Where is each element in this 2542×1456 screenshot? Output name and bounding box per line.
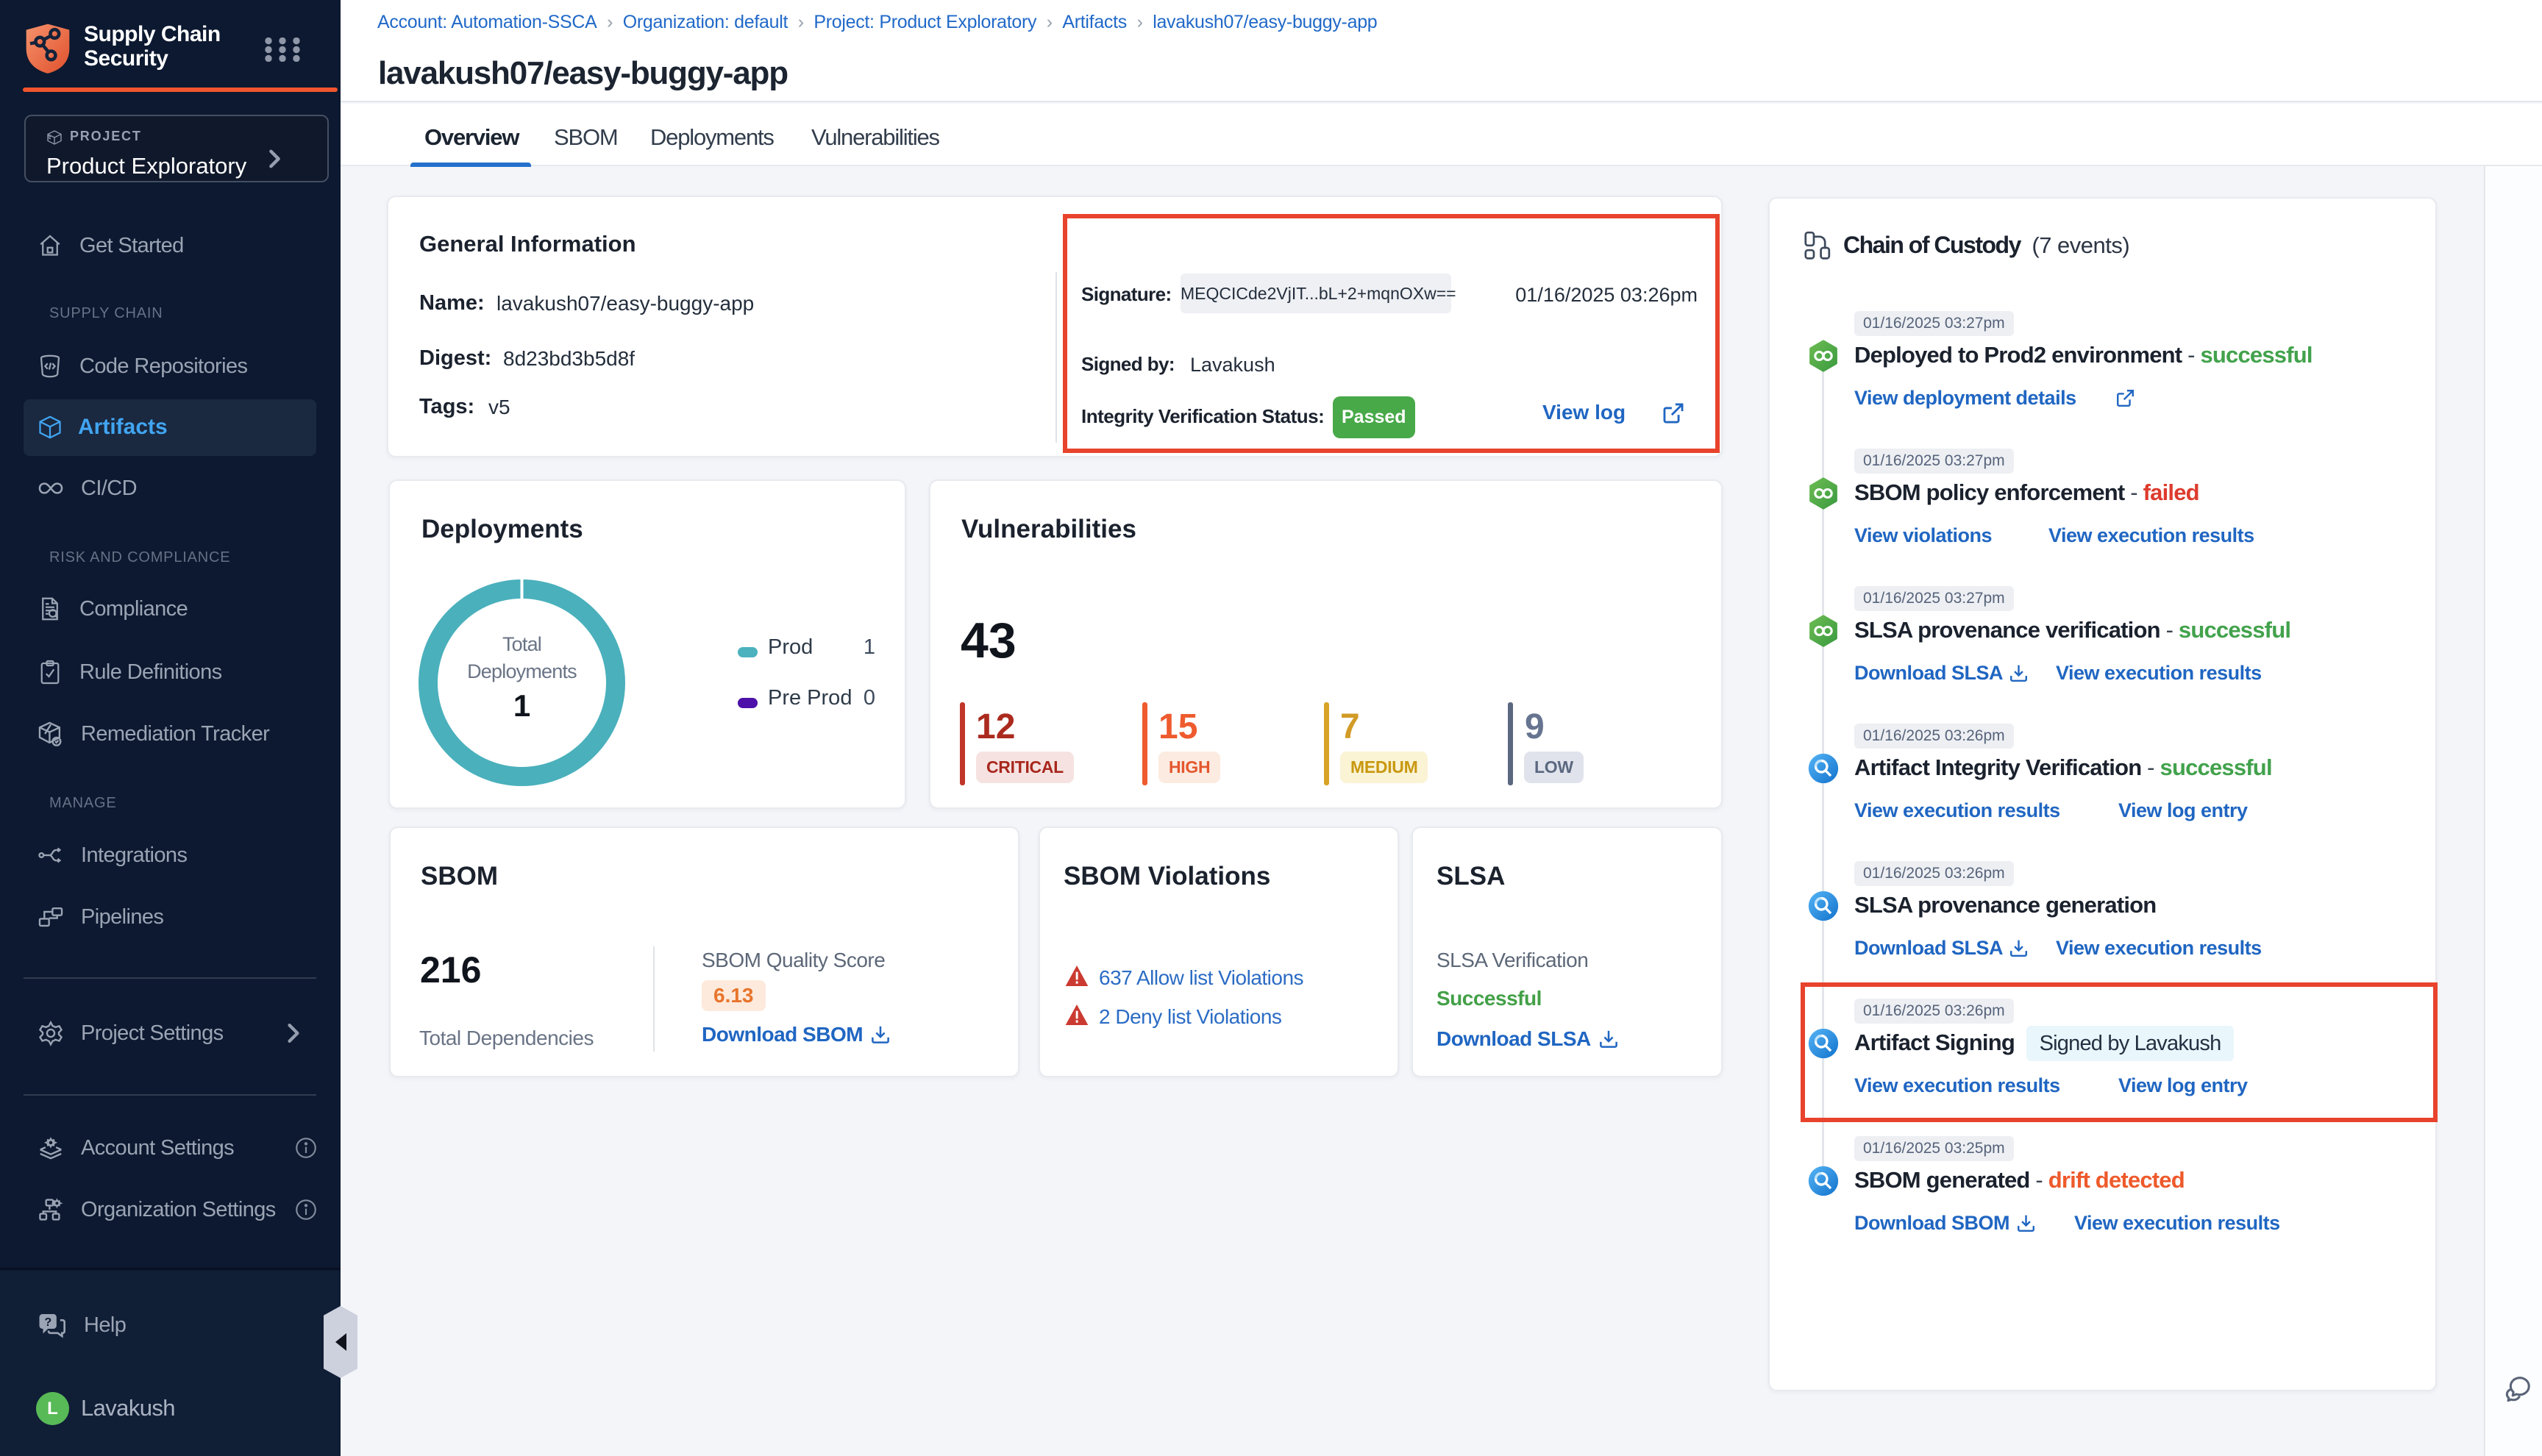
- svg-text:?: ?: [45, 1316, 52, 1329]
